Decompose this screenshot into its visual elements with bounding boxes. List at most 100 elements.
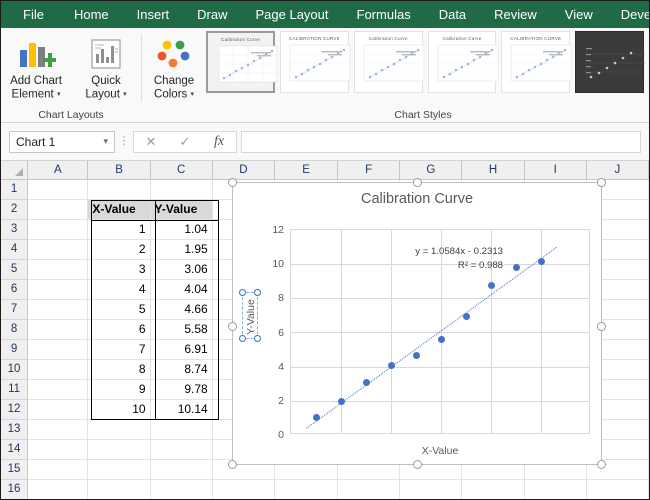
grid-cell[interactable] [213,480,275,499]
chart-handle-middle-left[interactable] [228,322,237,331]
grid-cell[interactable] [28,240,88,260]
data-point[interactable] [363,379,370,386]
grid-cell[interactable] [151,420,213,440]
grid-cell[interactable] [151,440,213,460]
data-point[interactable] [538,258,545,265]
table-data-cell[interactable]: 5 [88,300,150,320]
table-data-cell[interactable]: 9.78 [151,380,213,400]
data-point[interactable] [488,282,495,289]
tab-review[interactable]: Review [480,1,551,28]
enter-icon[interactable]: ✓ [168,132,202,152]
grid-cell[interactable] [28,380,88,400]
chart-styles-gallery[interactable]: Calibration Curve [206,28,649,93]
table-data-cell[interactable]: 3.06 [151,260,213,280]
column-header-h[interactable]: H [462,161,524,179]
row-header-3[interactable]: 3 [1,220,28,240]
table-data-cell[interactable]: 8.74 [151,360,213,380]
chart-handle-top-right[interactable] [597,178,606,187]
table-data-cell[interactable]: 9 [88,380,150,400]
row-header-6[interactable]: 6 [1,280,28,300]
row-header-10[interactable]: 10 [1,360,28,380]
grid-cell[interactable] [28,320,88,340]
tab-data[interactable]: Data [425,1,480,28]
grid-cell[interactable] [275,480,338,499]
data-point[interactable] [413,352,420,359]
grid-cell[interactable] [28,420,88,440]
table-data-cell[interactable]: 6.91 [151,340,213,360]
grid-cell[interactable] [587,480,649,499]
tab-formulas[interactable]: Formulas [343,1,425,28]
tab-home[interactable]: Home [60,1,123,28]
data-point[interactable] [463,313,470,320]
grid-cell[interactable] [400,480,462,499]
column-header-i[interactable]: I [525,161,587,179]
trendline-equation[interactable]: y = 1.0584x - 0.2313 [415,246,503,258]
row-header-2[interactable]: 2 [1,200,28,220]
tab-insert[interactable]: Insert [123,1,184,28]
add-chart-element-button[interactable]: Add Chart Element ▾ [1,28,71,102]
chart-handle-top-left[interactable] [228,178,237,187]
name-box[interactable]: Chart 1 ▾ [9,131,115,153]
chart-style-thumbnail[interactable]: Calibration Curve [206,31,275,93]
chevron-down-icon[interactable]: ▾ [57,91,61,98]
grid-cell[interactable] [28,300,88,320]
data-point[interactable] [338,398,345,405]
quick-layout-button[interactable]: Quick Layout ▾ [71,28,141,102]
chart-style-thumbnail[interactable]: CALIBRATION CURVE [501,31,570,93]
chart-handle-middle-right[interactable] [597,322,606,331]
row-header-12[interactable]: 12 [1,400,28,420]
table-data-cell[interactable]: 1 [88,220,150,240]
table-header-cell[interactable]: X-Value [88,200,150,220]
grid-cell[interactable] [338,480,400,499]
row-header-1[interactable]: 1 [1,180,28,200]
formula-input[interactable] [241,131,641,153]
chart-handle-bottom-right[interactable] [597,460,606,469]
grid-cell[interactable] [151,480,213,499]
column-header-c[interactable]: C [151,161,213,179]
resize-handle-top-left[interactable] [239,289,246,296]
row-header-4[interactable]: 4 [1,240,28,260]
row-header-15[interactable]: 15 [1,460,28,480]
table-data-cell[interactable]: 6 [88,320,150,340]
chevron-down-icon[interactable]: ▾ [103,136,108,147]
column-header-d[interactable]: D [213,161,275,179]
grid-cell[interactable] [28,360,88,380]
grid-cell[interactable] [88,420,150,440]
column-header-e[interactable]: E [275,161,338,179]
tab-view[interactable]: View [551,1,607,28]
grid-cell[interactable] [88,460,150,480]
grid-cell[interactable] [28,200,88,220]
chart-title[interactable]: Calibration Curve [233,191,601,207]
row-header-11[interactable]: 11 [1,380,28,400]
row-header-5[interactable]: 5 [1,260,28,280]
data-point[interactable] [438,336,445,343]
chevron-down-icon[interactable]: ▾ [190,91,194,98]
x-axis-title[interactable]: X-Value [290,445,590,457]
row-header-13[interactable]: 13 [1,420,28,440]
column-header-f[interactable]: F [338,161,400,179]
grid-cell[interactable] [151,180,213,200]
table-header-cell[interactable]: Y-Value [151,200,213,220]
table-data-cell[interactable]: 4.04 [151,280,213,300]
cancel-icon[interactable]: ✕ [134,132,168,152]
formula-bar-grip[interactable]: ⋮ [115,137,133,146]
plot-area[interactable]: y = 1.0584x - 0.2313 R² = 0.988 [290,229,590,434]
table-data-cell[interactable]: 2 [88,240,150,260]
grid-cell[interactable] [88,440,150,460]
grid-cell[interactable] [88,480,150,499]
chart-handle-bottom-center[interactable] [413,460,422,469]
table-data-cell[interactable]: 1.95 [151,240,213,260]
table-data-cell[interactable]: 3 [88,260,150,280]
row-header-9[interactable]: 9 [1,340,28,360]
chart-handle-bottom-left[interactable] [228,460,237,469]
table-data-cell[interactable]: 8 [88,360,150,380]
tab-draw[interactable]: Draw [183,1,241,28]
chart-style-thumbnail[interactable]: CALIBRATION CURVE [280,31,349,93]
tab-developer[interactable]: Developer [607,1,650,28]
table-data-cell[interactable]: 5.58 [151,320,213,340]
chart-handle-top-center[interactable] [413,178,422,187]
tab-page-layout[interactable]: Page Layout [242,1,343,28]
chart-style-thumbnail[interactable] [575,31,644,93]
column-header-a[interactable]: A [28,161,88,179]
row-header-7[interactable]: 7 [1,300,28,320]
